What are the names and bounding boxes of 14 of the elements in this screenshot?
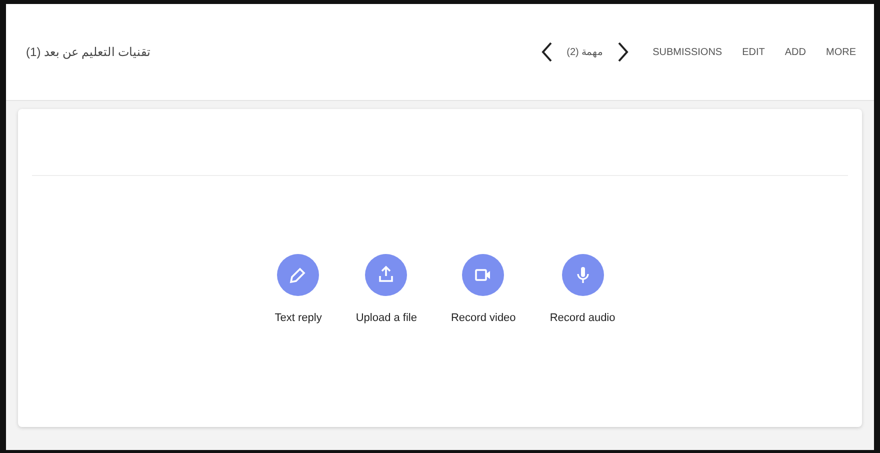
menu-button[interactable]: ADD xyxy=(782,44,808,60)
chevron-left-icon xyxy=(540,41,553,63)
menu-button[interactable]: EDIT xyxy=(740,44,767,60)
menu-button[interactable]: MORE xyxy=(824,44,858,60)
course-title: تقنيات التعليم عن بعد (1) xyxy=(26,45,152,59)
reply-option-button[interactable]: Upload a file xyxy=(356,254,417,324)
chevron-right-icon xyxy=(616,41,629,63)
reply-option-button[interactable]: Record audio xyxy=(550,254,616,324)
menu-button[interactable]: SUBMISSIONS xyxy=(650,44,724,60)
previous-button[interactable] xyxy=(540,41,553,63)
assignment-label: مهمة (2) xyxy=(566,46,603,58)
reply-option-button[interactable]: Text reply xyxy=(274,254,322,324)
reply-option-button[interactable]: Record video xyxy=(450,254,516,324)
next-button[interactable] xyxy=(616,41,629,63)
